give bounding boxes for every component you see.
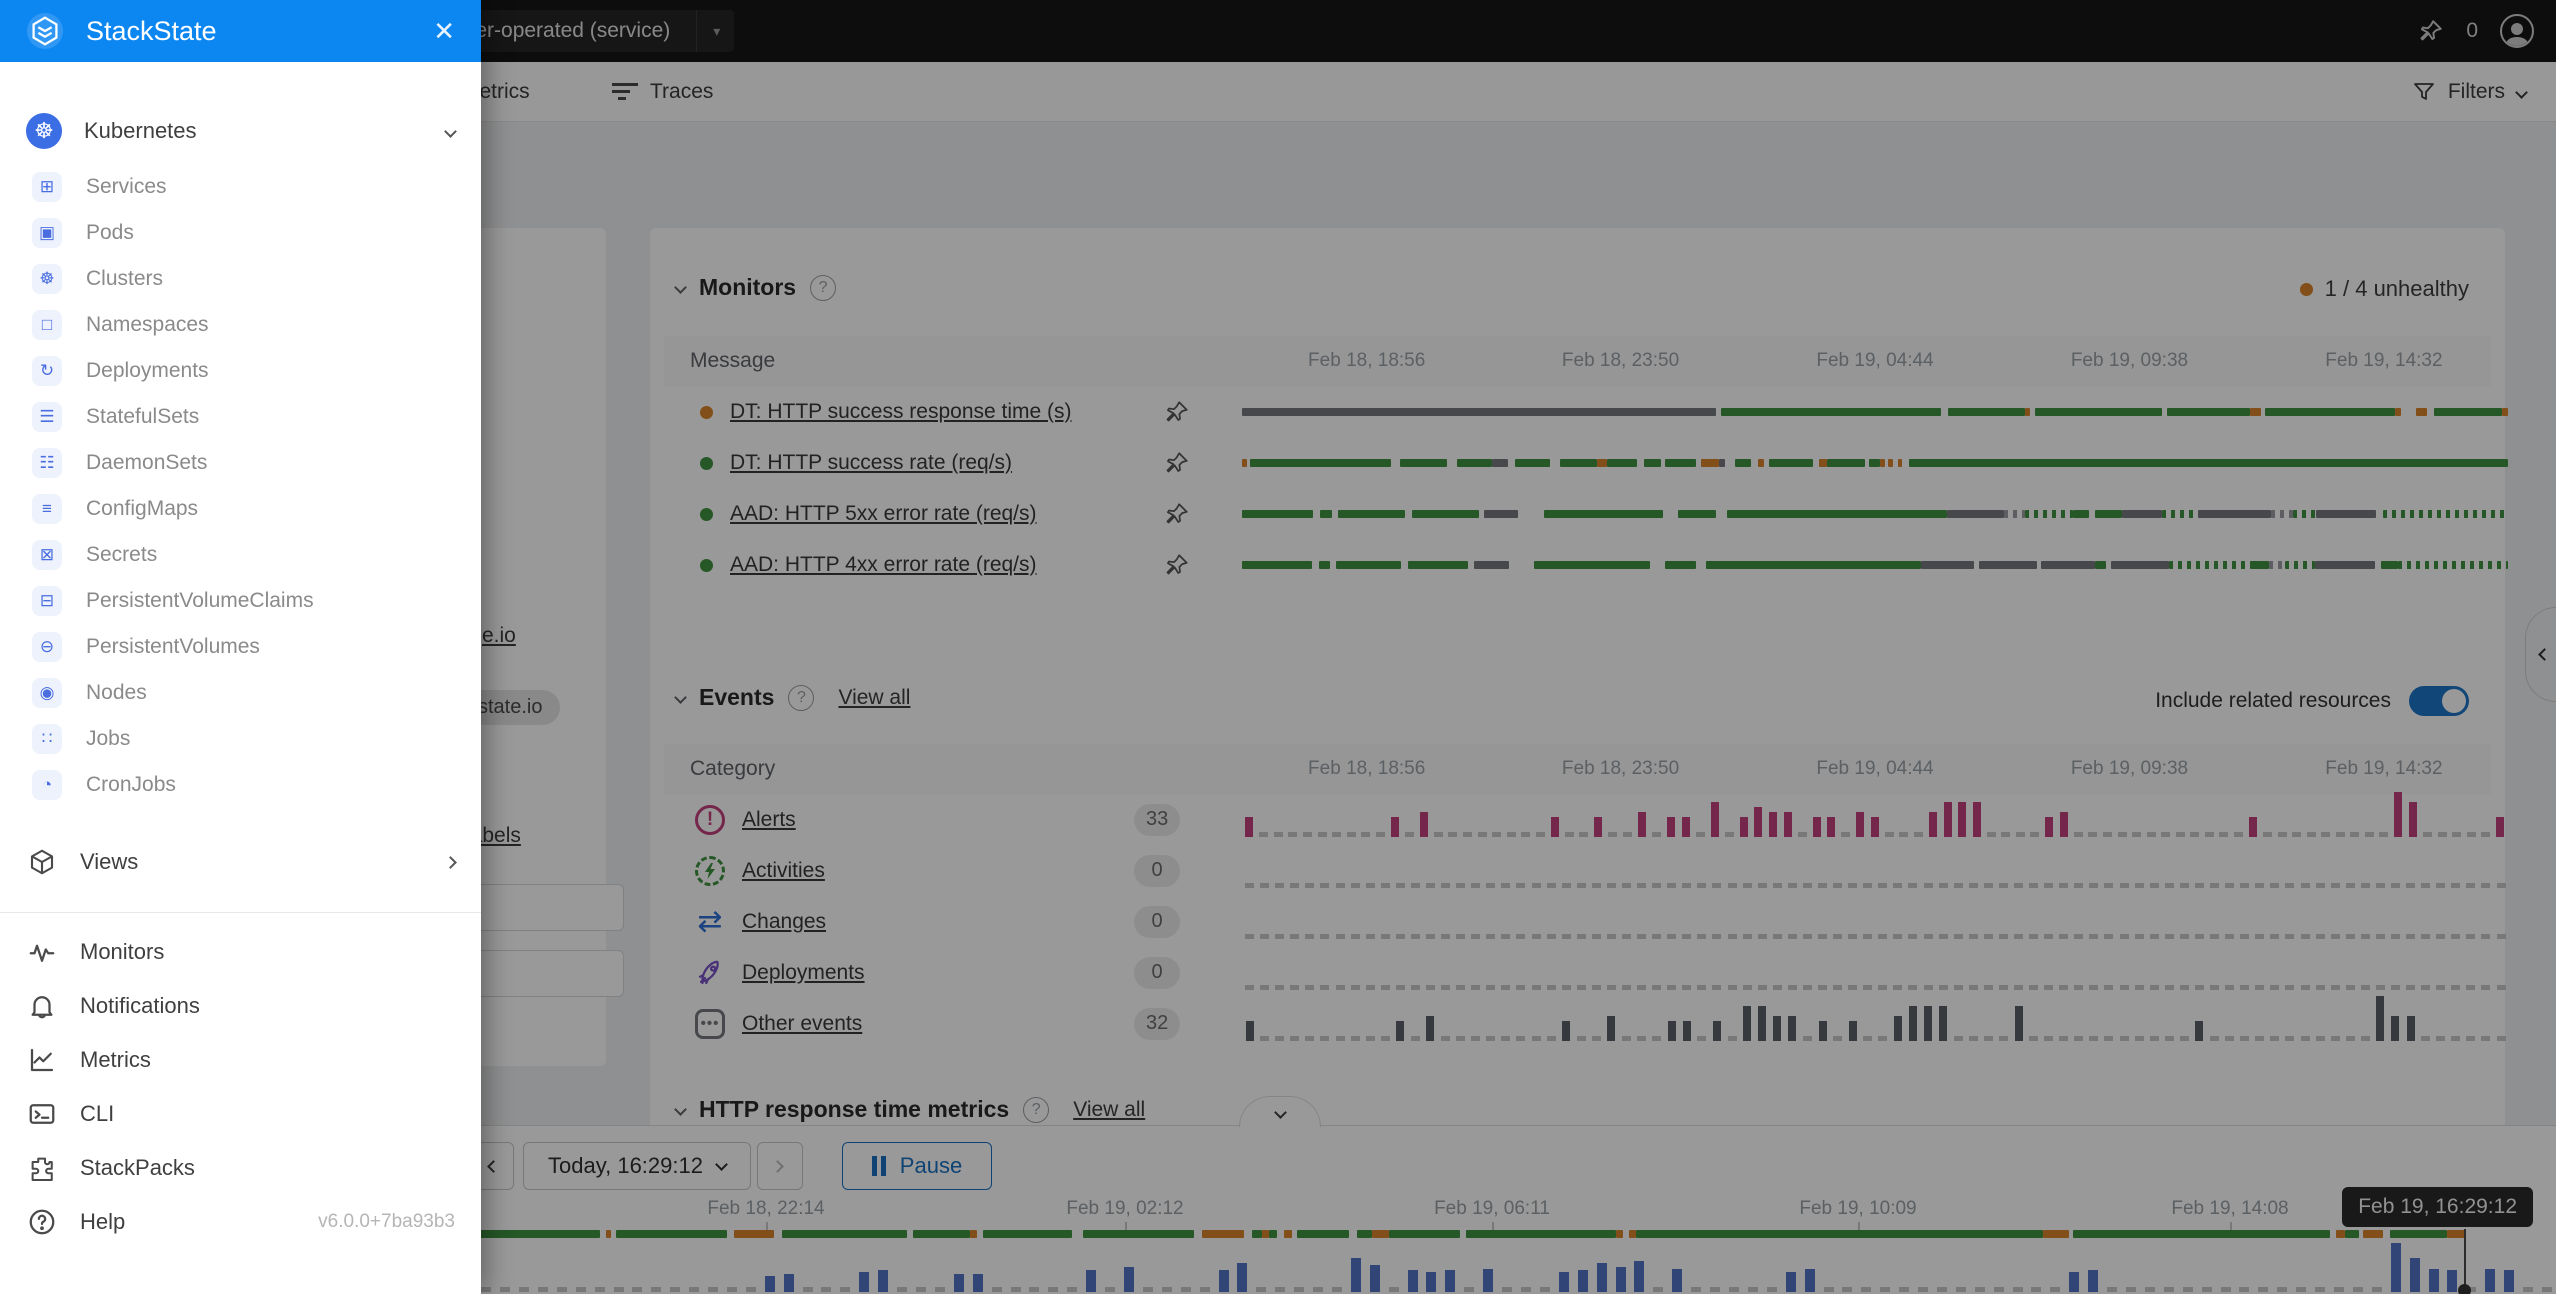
metrics-icon xyxy=(26,1044,58,1076)
drawer-title: StackState xyxy=(86,16,433,47)
clusters-icon: ☸ xyxy=(32,264,62,294)
menu-item-notifications[interactable]: Notifications xyxy=(0,979,481,1033)
statefulsets-icon: ☰ xyxy=(32,402,62,432)
stackpacks-icon xyxy=(26,1152,58,1184)
menu-item-kubernetes[interactable]: ☸ Kubernetes xyxy=(0,106,481,156)
monitors-icon xyxy=(26,936,58,968)
sidebar-item-configmaps[interactable]: ≡ ConfigMaps xyxy=(0,486,481,532)
nodes-icon: ◉ xyxy=(32,678,62,708)
menu-item-stackpacks[interactable]: StackPacks xyxy=(0,1141,481,1195)
chevron-right-icon xyxy=(444,856,457,869)
menu-item-views[interactable]: Views xyxy=(0,832,481,892)
namespaces-icon: □ xyxy=(32,310,62,340)
menu-item-monitors[interactable]: Monitors xyxy=(0,925,481,979)
sidebar-item-nodes[interactable]: ◉ Nodes xyxy=(0,670,481,716)
services-icon: ⊞ xyxy=(32,172,62,202)
configmaps-icon: ≡ xyxy=(32,494,62,524)
jobs-icon: ∷ xyxy=(32,724,62,754)
close-icon[interactable]: ✕ xyxy=(433,16,455,47)
pvc-icon: ⊟ xyxy=(32,586,62,616)
notifications-icon xyxy=(26,990,58,1022)
sidebar-item-daemonsets[interactable]: ☷ DaemonSets xyxy=(0,440,481,486)
kubernetes-label: Kubernetes xyxy=(84,118,446,144)
app-version: v6.0.0+7ba93b3 xyxy=(318,1211,455,1233)
sidebar-item-pods[interactable]: ▣ Pods xyxy=(0,210,481,256)
kubernetes-icon: ☸ xyxy=(26,113,62,149)
views-icon xyxy=(26,846,58,878)
main-menu-drawer: StackState ✕ ☸ Kubernetes ⊞ Services ▣ P… xyxy=(0,0,481,1294)
sidebar-item-secrets[interactable]: ⊠ Secrets xyxy=(0,532,481,578)
menu-item-cli[interactable]: CLI xyxy=(0,1087,481,1141)
secrets-icon: ⊠ xyxy=(32,540,62,570)
sidebar-item-deployments[interactable]: ↻ Deployments xyxy=(0,348,481,394)
help-icon xyxy=(26,1206,58,1238)
pv-icon: ⊖ xyxy=(32,632,62,662)
cli-icon xyxy=(26,1098,58,1130)
menu-item-help[interactable]: Helpv6.0.0+7ba93b3 xyxy=(0,1195,481,1249)
app-root: ager-operated (service) ▾ 0 Metrics Trac… xyxy=(0,0,2556,1294)
sidebar-item-namespaces[interactable]: □ Namespaces xyxy=(0,302,481,348)
views-label: Views xyxy=(80,849,446,875)
stackstate-logo-icon xyxy=(26,12,64,50)
menu-item-metrics[interactable]: Metrics xyxy=(0,1033,481,1087)
pods-icon: ▣ xyxy=(32,218,62,248)
cronjobs-icon: ◔ xyxy=(32,770,62,800)
chevron-down-icon xyxy=(444,125,457,138)
daemonsets-icon: ☷ xyxy=(32,448,62,478)
sidebar-item-cronjobs[interactable]: ◔ CronJobs xyxy=(0,762,481,808)
sidebar-item-persistentvolumes[interactable]: ⊖ PersistentVolumes xyxy=(0,624,481,670)
sidebar-item-statefulsets[interactable]: ☰ StatefulSets xyxy=(0,394,481,440)
sidebar-item-jobs[interactable]: ∷ Jobs xyxy=(0,716,481,762)
deployments-icon: ↻ xyxy=(32,356,62,386)
sidebar-item-clusters[interactable]: ☸ Clusters xyxy=(0,256,481,302)
drawer-header: StackState ✕ xyxy=(0,0,481,62)
sidebar-item-services[interactable]: ⊞ Services xyxy=(0,164,481,210)
sidebar-item-persistentvolumeclaims[interactable]: ⊟ PersistentVolumeClaims xyxy=(0,578,481,624)
